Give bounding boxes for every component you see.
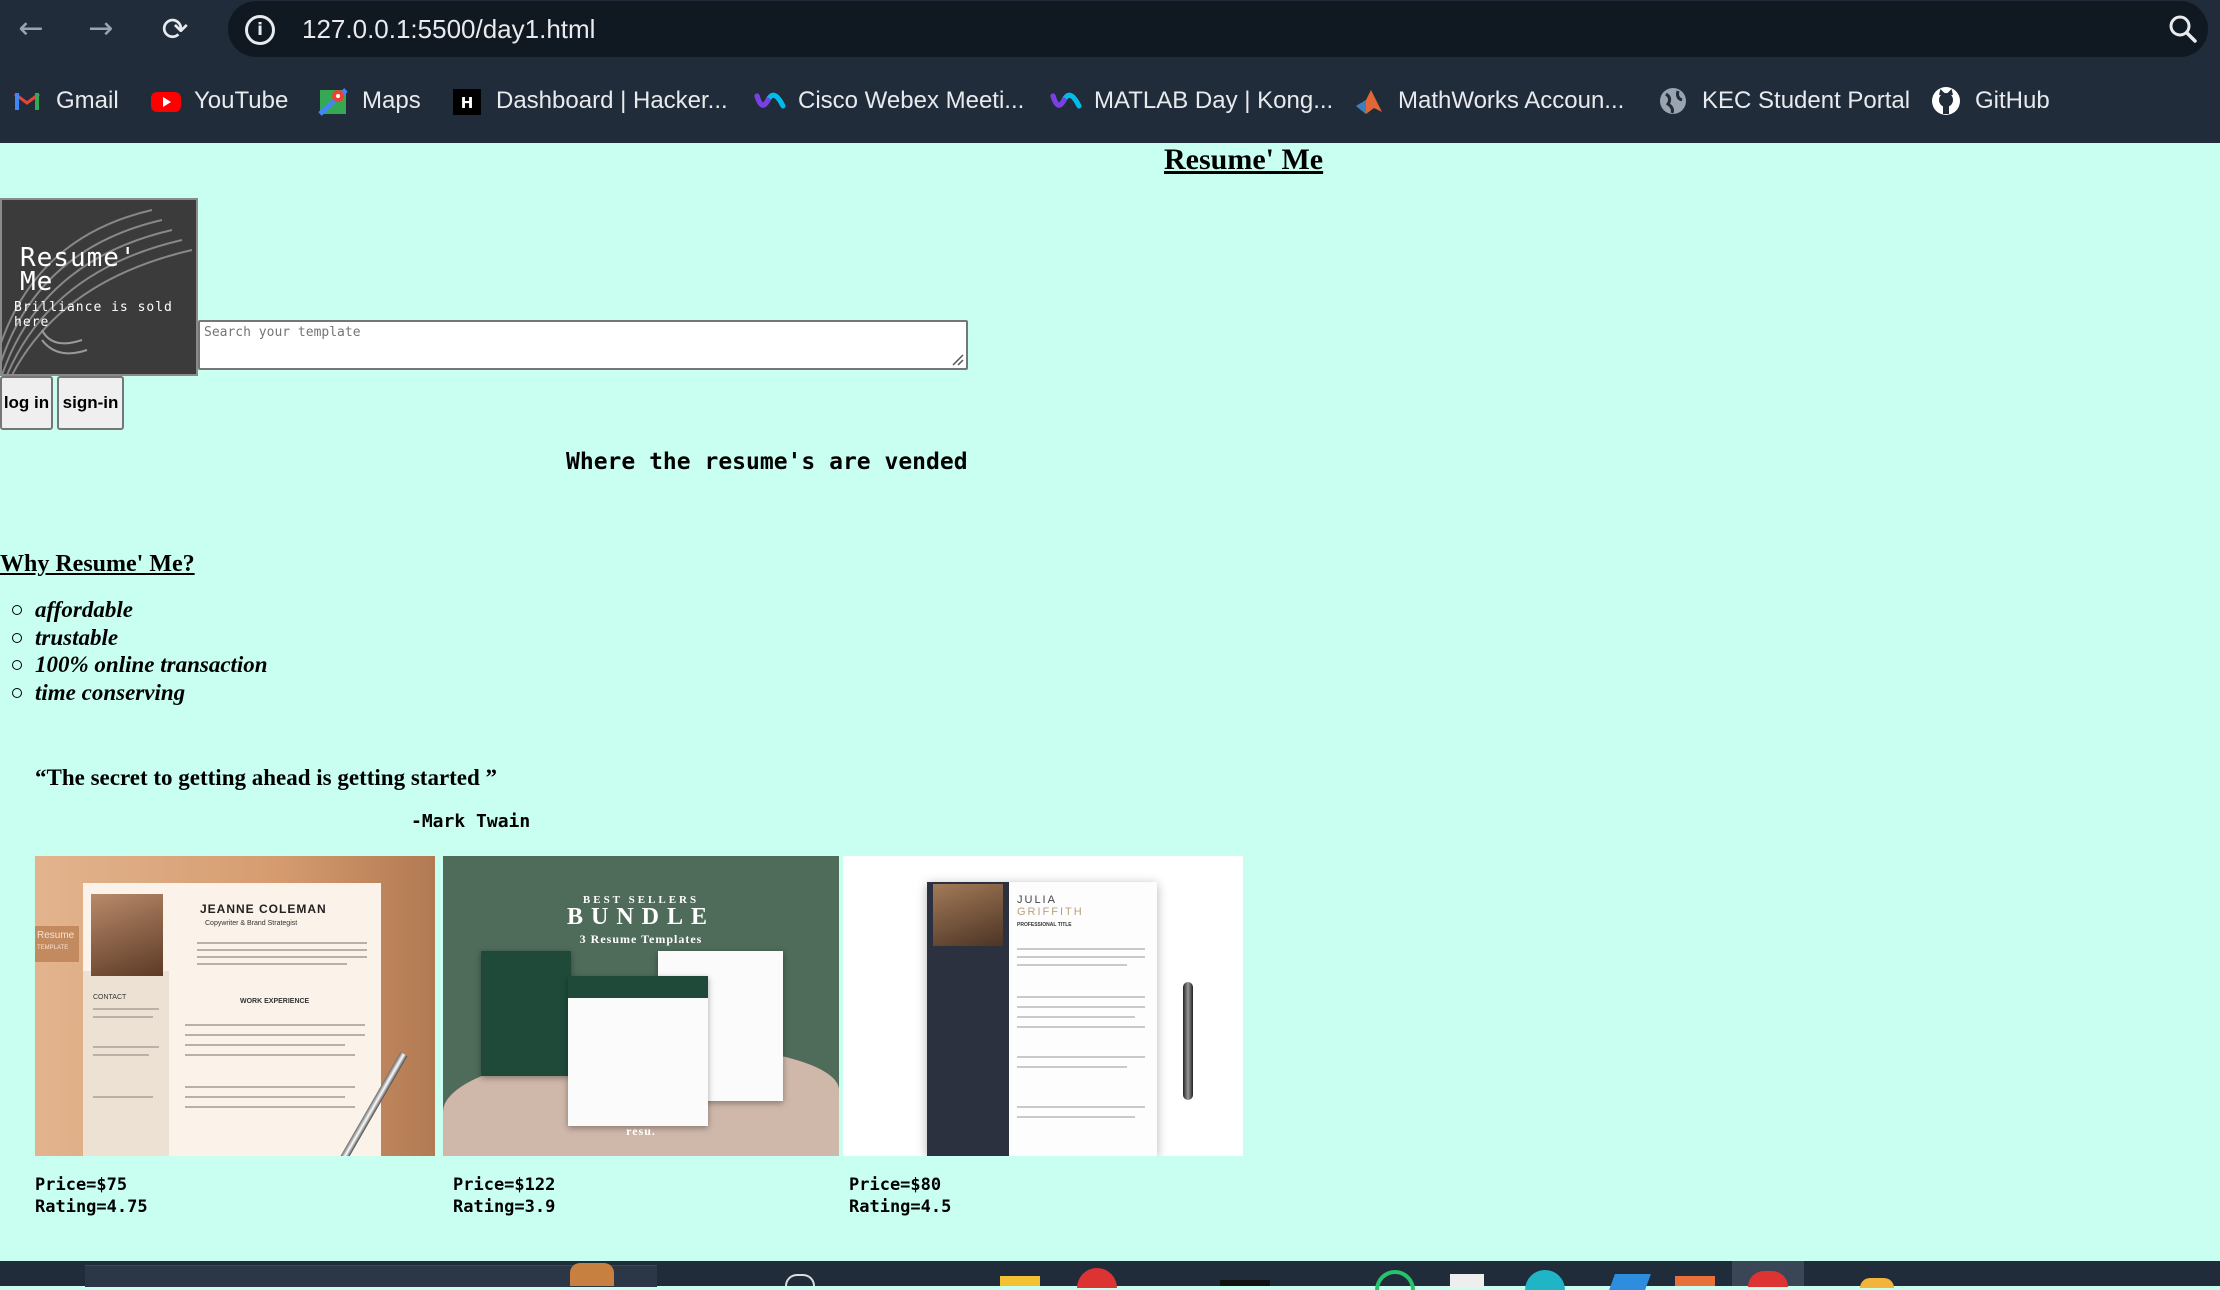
resume-subtitle: Copywriter & Brand Strategist (205, 920, 298, 927)
bundle-brand: resu. (626, 1124, 656, 1138)
resume-first-name: JULIA (1017, 894, 1057, 906)
why-heading: Why Resume' Me? (0, 551, 195, 577)
taskbar-search-icon[interactable] (785, 1274, 815, 1286)
bookmark-label: MATLAB Day | Kong... (1094, 87, 1334, 114)
bookmark-label: MathWorks Accoun... (1398, 87, 1625, 114)
page-content: Resume' Me Resume' Me Brilliance is sold… (0, 143, 2220, 1261)
resume-last-name: GRIFFITH (1017, 906, 1084, 918)
quote-text: “The secret to getting ahead is getting … (35, 765, 498, 790)
taskbar-app-icon[interactable] (1220, 1280, 1270, 1286)
page-title: Resume' Me (1164, 143, 1324, 176)
bookmark-gmail[interactable]: Gmail (12, 59, 119, 143)
portrait-photo (91, 894, 163, 976)
gmail-icon (12, 86, 42, 116)
login-button[interactable]: log in (0, 376, 53, 430)
taskbar-explorer-icon[interactable] (1000, 1276, 1040, 1286)
bookmark-label: Dashboard | Hacker... (496, 87, 728, 114)
zoom-icon[interactable] (2158, 1, 2208, 57)
chrome-icon (1748, 1271, 1788, 1287)
product-image-3[interactable]: JULIA GRIFFITH PROFESSIONAL TITLE (843, 856, 1243, 1156)
features-list: affordable trustable 100% online transac… (12, 596, 268, 706)
forward-arrow-icon[interactable]: → (82, 10, 120, 48)
taskbar-app-icon[interactable] (1077, 1268, 1117, 1288)
site-tagline: Where the resume's are vended (566, 449, 968, 475)
list-item: 100% online transaction (12, 651, 268, 679)
resume-professional-title: PROFESSIONAL TITLE (1017, 922, 1072, 928)
youtube-icon (150, 86, 181, 116)
svg-text:H: H (461, 94, 474, 112)
product-info-1: Price=$75 Rating=4.75 (35, 1174, 148, 1218)
logo-tagline: Brilliance is sold here (14, 300, 173, 330)
pen-decoration (1183, 982, 1193, 1100)
search-input[interactable]: Search your template (198, 320, 968, 370)
portrait-photo (933, 884, 1003, 946)
side-tag: Resume TEMPLATE (35, 926, 79, 962)
matlab-icon (1354, 86, 1384, 116)
product-rating: Rating=4.75 (35, 1197, 148, 1217)
bookmark-label: GitHub (1975, 87, 2050, 114)
taskbar-active-app[interactable] (1732, 1261, 1804, 1287)
webex-icon (754, 86, 786, 116)
quote-author: -Mark Twain (411, 811, 531, 832)
resume-contact: CONTACT (93, 994, 127, 1001)
taskbar-app-icon[interactable] (1609, 1274, 1651, 1290)
resume-name: JEANNE COLEMAN (200, 902, 327, 916)
bookmark-label: Maps (362, 87, 421, 114)
bookmark-matlab-day[interactable]: MATLAB Day | Kong... (1050, 59, 1333, 143)
url-text[interactable]: 127.0.0.1:5500/day1.html (302, 1, 595, 57)
taskbar-app-icon[interactable] (1675, 1276, 1715, 1286)
bookmarks-bar: Gmail YouTube Maps H Dashboard | Hacker.… (0, 59, 2220, 143)
address-bar[interactable]: i 127.0.0.1:5500/day1.html (228, 1, 2208, 57)
list-item: time conserving (12, 679, 268, 707)
reload-icon[interactable]: ⟳ (156, 10, 194, 48)
bookmark-maps[interactable]: Maps (318, 59, 421, 143)
browser-toolbar: ← → ⟳ i 127.0.0.1:5500/day1.html (0, 0, 2220, 59)
product-rating: Rating=3.9 (453, 1197, 556, 1217)
bookmark-github[interactable]: GitHub (1931, 59, 2050, 143)
bookmark-label: YouTube (194, 87, 289, 114)
maps-icon (318, 86, 348, 116)
bookmark-label: Gmail (56, 87, 119, 114)
globe-icon (1658, 86, 1688, 116)
github-icon (1931, 86, 1961, 116)
bundle-title: BUNDLE (566, 904, 716, 930)
taskbar-widget-icon[interactable] (570, 1263, 614, 1286)
bookmark-youtube[interactable]: YouTube (150, 59, 288, 143)
product-price: Price=$75 (35, 1175, 128, 1195)
bookmark-webex[interactable]: Cisco Webex Meeti... (754, 59, 1024, 143)
product-price: Price=$80 (849, 1175, 942, 1195)
taskbar-app-icon[interactable] (1860, 1278, 1894, 1288)
product-info-2: Price=$122 Rating=3.9 (453, 1174, 555, 1218)
list-item: affordable (12, 596, 268, 624)
product-image-2[interactable]: BEST SELLERS BUNDLE 3 Resume Templates r… (443, 856, 839, 1156)
signin-button[interactable]: sign-in (57, 376, 124, 430)
bookmark-label: KEC Student Portal (1702, 87, 1911, 114)
hackerrank-icon: H (452, 86, 482, 116)
bookmark-hackerrank[interactable]: H Dashboard | Hacker... (452, 59, 728, 143)
search-placeholder: Search your template (204, 325, 361, 340)
back-arrow-icon[interactable]: ← (12, 10, 50, 48)
bookmark-label: Cisco Webex Meeti... (798, 87, 1025, 114)
taskbar-app-icon[interactable] (1525, 1270, 1565, 1290)
product-price: Price=$122 (453, 1175, 556, 1195)
logo-line2: Me (20, 267, 54, 297)
bookmark-kec-portal[interactable]: KEC Student Portal (1658, 59, 1910, 143)
product-rating: Rating=4.5 (849, 1197, 952, 1217)
resume-section: WORK EXPERIENCE (240, 998, 310, 1005)
taskbar-app-icon[interactable] (1375, 1270, 1415, 1290)
site-info-icon[interactable]: i (245, 15, 275, 45)
product-info-3: Price=$80 Rating=4.5 (849, 1174, 951, 1218)
resize-grip-icon[interactable] (950, 352, 964, 366)
bundle-subtitle: 3 Resume Templates (579, 932, 703, 946)
os-taskbar (0, 1261, 2220, 1290)
webex-icon (1050, 86, 1082, 116)
product-image-1[interactable]: Resume TEMPLATE JEANNE COLEMAN Copywriter… (35, 856, 435, 1156)
bookmark-mathworks[interactable]: MathWorks Accoun... (1354, 59, 1624, 143)
site-logo: Resume' Me Brilliance is sold here (0, 198, 198, 376)
list-item: trustable (12, 624, 268, 652)
